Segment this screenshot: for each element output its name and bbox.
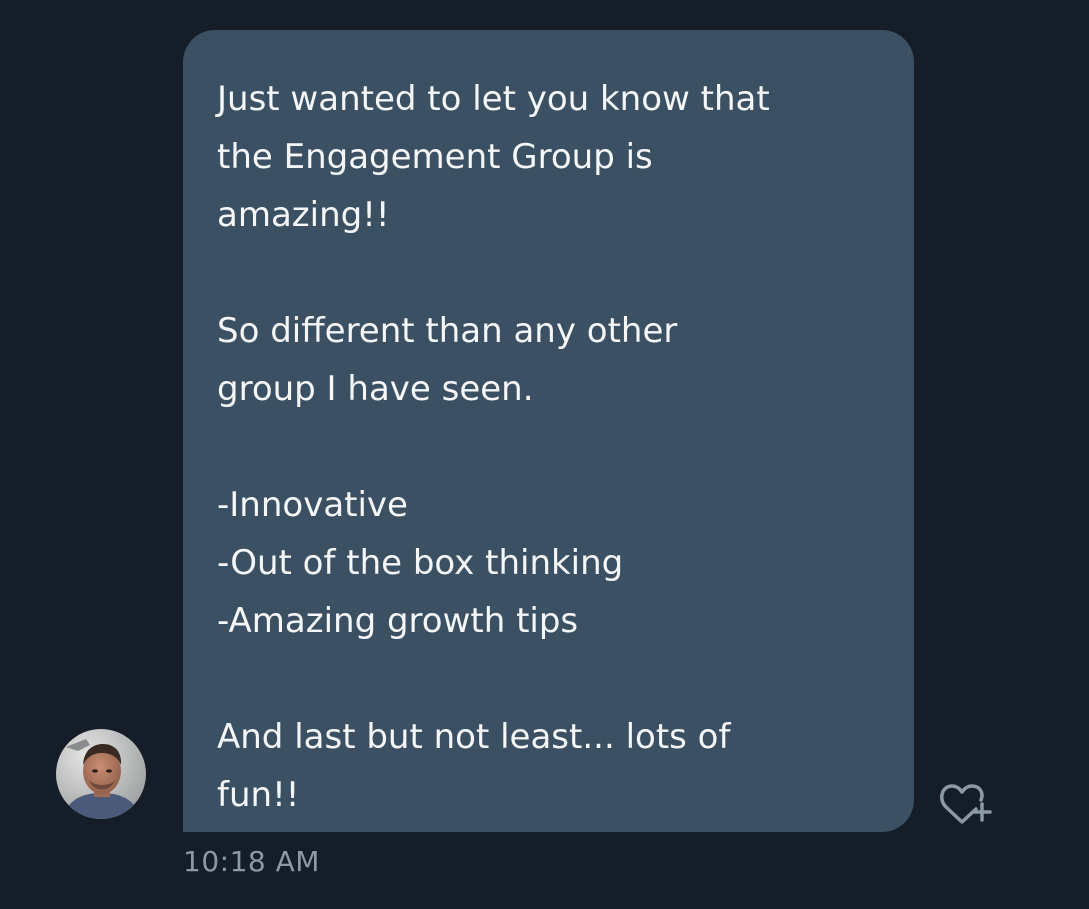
dm-conversation: Just wanted to let you know that the Eng…	[0, 0, 1089, 909]
message-bubble[interactable]: Just wanted to let you know that the Eng…	[183, 30, 914, 832]
message-paragraph: Just wanted to let you know that the Eng…	[217, 79, 770, 235]
sender-avatar[interactable]	[56, 729, 146, 819]
message-paragraph: And last but not least... lots of fun!!	[217, 717, 731, 815]
message-paragraph: -Innovative -Out of the box thinking -Am…	[217, 485, 624, 641]
avatar-photo	[56, 729, 146, 819]
message-paragraph: So different than any other group I have…	[217, 311, 678, 409]
add-reaction-button[interactable]	[932, 766, 1000, 834]
message-timestamp: 10:18 AM	[183, 845, 320, 878]
heart-plus-icon	[940, 784, 992, 824]
